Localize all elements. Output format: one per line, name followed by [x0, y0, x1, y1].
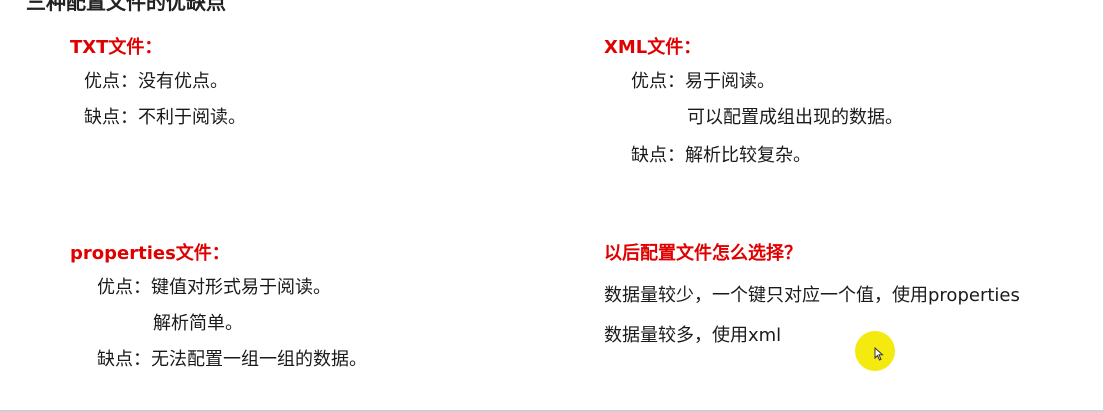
mouse-cursor-icon [874, 347, 884, 361]
choice-section: 以后配置文件怎么选择？ 数据量较少，一个键只对应一个值，使用properties… [604, 242, 1074, 352]
txt-section: TXT文件： 优点：没有优点。 缺点：不利于阅读。 [70, 36, 490, 136]
properties-section: properties文件： 优点：键值对形式易于阅读。 解析简单。 缺点：无法配… [70, 242, 510, 382]
xml-pro: 优点：易于阅读。 [631, 71, 775, 92]
properties-pro2: 解析简单。 [153, 313, 243, 334]
txt-con: 缺点：不利于阅读。 [84, 107, 246, 128]
properties-con: 缺点：无法配置一组一组的数据。 [97, 349, 367, 370]
page-title: 三种配置文件的优缺点 [26, 0, 226, 14]
txt-heading: TXT文件： [70, 37, 163, 58]
properties-pro: 优点：键值对形式易于阅读。 [97, 277, 331, 298]
xml-pro2: 可以配置成组出现的数据。 [687, 107, 903, 128]
txt-pro: 优点：没有优点。 [84, 71, 228, 92]
choice-line2: 数据量较多，使用xml [604, 325, 782, 346]
choice-line1: 数据量较少，一个键只对应一个值，使用properties [604, 285, 1020, 306]
xml-heading: XML文件： [604, 37, 702, 58]
xml-con: 缺点：解析比较复杂。 [631, 145, 811, 166]
xml-section: XML文件： 优点：易于阅读。 可以配置成组出现的数据。 缺点：解析比较复杂。 [604, 36, 1044, 176]
choice-heading: 以后配置文件怎么选择？ [604, 243, 802, 264]
properties-heading: properties文件： [70, 243, 230, 264]
